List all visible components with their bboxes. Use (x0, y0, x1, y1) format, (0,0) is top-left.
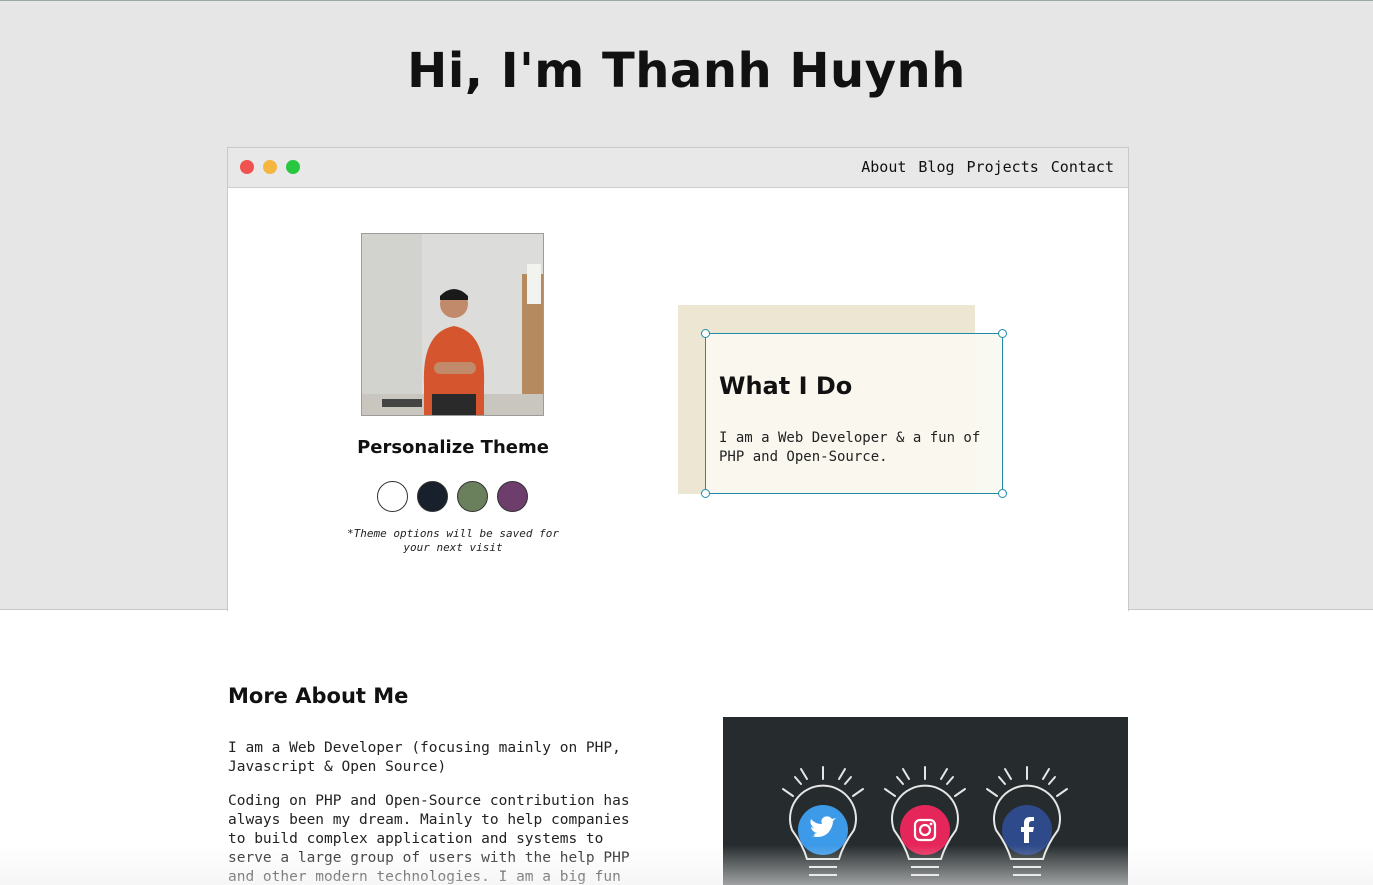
personalize-theme-title: Personalize Theme (357, 437, 549, 458)
nav-blog-link[interactable]: Blog (918, 158, 954, 176)
browser-window: About Blog Projects Contact Personalize … (227, 147, 1129, 611)
maximize-window-dot[interactable] (286, 160, 300, 174)
about-paragraph-2: Coding on PHP and Open-Source contributi… (228, 793, 630, 885)
instagram-link[interactable] (884, 766, 966, 876)
twitter-link[interactable] (782, 766, 864, 876)
facebook-link[interactable] (986, 766, 1068, 876)
theme-swatch-plum[interactable] (497, 481, 528, 512)
instagram-icon (900, 805, 950, 855)
bottom-fade (0, 845, 1373, 885)
hero-title: Hi, I'm Thanh Huynh (407, 43, 966, 99)
theme-swatch-sage[interactable] (457, 481, 488, 512)
resize-handle-bottom-right[interactable] (998, 489, 1007, 498)
minimize-window-dot[interactable] (263, 160, 277, 174)
about-paragraph-1: I am a Web Developer (focusing mainly on… (228, 740, 621, 775)
what-i-do-text: I am a Web Developer & a fun of PHP and … (719, 430, 981, 465)
theme-swatch-white[interactable] (377, 481, 408, 512)
more-about-me-title: More About Me (228, 684, 409, 708)
browser-toolbar: About Blog Projects Contact (228, 148, 1128, 188)
nav-contact-link[interactable]: Contact (1051, 158, 1114, 176)
what-i-do-card: What I Do I am a Web Developer & a fun o… (701, 329, 1007, 498)
what-i-do-title: What I Do (719, 372, 853, 400)
social-bulbs-illustration (782, 766, 1068, 876)
hero-section: Hi, I'm Thanh Huynh About Blog Projects … (0, 0, 1373, 611)
resize-handle-top-right[interactable] (998, 329, 1007, 338)
main-nav: About Blog Projects Contact (861, 158, 1114, 176)
theme-swatch-navy[interactable] (417, 481, 448, 512)
profile-photo-illustration (362, 234, 543, 415)
nav-projects-link[interactable]: Projects (967, 158, 1039, 176)
resize-handle-bottom-left[interactable] (701, 489, 710, 498)
profile-photo (361, 233, 544, 416)
close-window-dot[interactable] (240, 160, 254, 174)
theme-note: *Theme options will be saved for your ne… (347, 527, 559, 554)
social-links-panel (723, 717, 1128, 885)
nav-about-link[interactable]: About (861, 158, 906, 176)
resize-handle-top-left[interactable] (701, 329, 710, 338)
theme-swatches (377, 481, 528, 512)
